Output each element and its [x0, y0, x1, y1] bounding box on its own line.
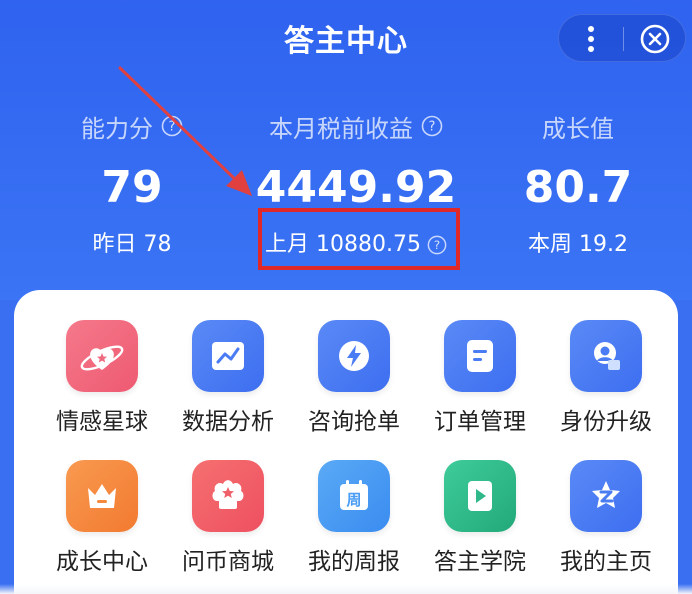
- grid-item-growth-center[interactable]: 成长中心: [38, 460, 166, 578]
- grid-item-label: 情感星球: [56, 409, 148, 435]
- more-button[interactable]: [559, 15, 623, 63]
- icon-tile: 周: [318, 460, 390, 532]
- growth-value: 80.7: [523, 162, 633, 213]
- help-icon[interactable]: ?: [421, 115, 443, 137]
- grid-item-label: 数据分析: [182, 409, 274, 435]
- grid-item-order-management[interactable]: 订单管理: [416, 320, 544, 438]
- chart-icon: [212, 342, 244, 370]
- highlight-box: [258, 208, 460, 270]
- grid-item-label: 问币商城: [182, 549, 274, 575]
- mini-program-capsule: [558, 14, 686, 62]
- icon-tile: [570, 320, 642, 392]
- monthly-income-label: 本月税前收益: [269, 114, 413, 143]
- close-button[interactable]: [623, 15, 687, 63]
- grid-item-label: 身份升级: [560, 409, 652, 435]
- icon-tile: [192, 320, 264, 392]
- planet-heart-icon: [80, 345, 124, 371]
- shop-star-icon: [212, 480, 244, 509]
- ability-score-value: 79: [101, 162, 163, 213]
- close-circle-icon: [640, 24, 670, 54]
- ability-score-stat[interactable]: 能力分 ? 79 昨日 78: [42, 108, 222, 260]
- grid-item-answerer-academy[interactable]: 答主学院: [416, 460, 544, 578]
- grid-item-emotion-planet[interactable]: 情感星球: [38, 320, 166, 438]
- calendar-icon-text: 周: [346, 491, 361, 509]
- grid-item-label: 我的主页: [560, 549, 652, 575]
- growth-value-stat[interactable]: 成长值 80.7 本周 19.2: [488, 108, 668, 260]
- growth-this-week: 本周 19.2: [528, 232, 628, 257]
- grid-item-label: 答主学院: [434, 549, 526, 575]
- icon-tile: [444, 460, 516, 532]
- grid-item-label: 咨询抢单: [308, 409, 400, 435]
- grid-item-coin-mall[interactable]: 问币商城: [164, 460, 292, 578]
- icon-tile: [66, 320, 138, 392]
- stat-label-row: 成长值: [488, 108, 668, 144]
- ability-score-yesterday: 昨日 78: [92, 232, 172, 257]
- icon-tile: [66, 460, 138, 532]
- grid-item-my-homepage[interactable]: 我的主页: [542, 460, 670, 578]
- grid-item-my-weekly[interactable]: 周 我的周报: [290, 460, 418, 578]
- play-icon: [468, 481, 492, 511]
- function-grid-card: 情感星球 数据分析 咨询抢单 订单管理 身份升级 成长中心 问币商城 周 我的周…: [14, 290, 678, 594]
- grid-item-label: 我的周报: [308, 549, 400, 575]
- calendar-icon: 周: [340, 480, 368, 510]
- more-vertical-icon: [588, 26, 594, 52]
- icon-tile: [444, 320, 516, 392]
- document-icon: [467, 340, 493, 372]
- stat-label-row: 本月税前收益 ?: [236, 108, 476, 144]
- home-z-icon: [592, 481, 620, 508]
- grid-item-label: 订单管理: [434, 409, 526, 435]
- user-badge-icon: [594, 342, 620, 370]
- grid-item-consult-order[interactable]: 咨询抢单: [290, 320, 418, 438]
- svg-text:?: ?: [169, 120, 176, 135]
- growth-value-label: 成长值: [542, 114, 614, 143]
- help-icon[interactable]: ?: [161, 115, 183, 137]
- svg-text:?: ?: [429, 120, 436, 135]
- grid-item-data-analysis[interactable]: 数据分析: [164, 320, 292, 438]
- stat-label-row: 能力分 ?: [42, 108, 222, 144]
- grid-item-label: 成长中心: [56, 549, 148, 575]
- bottom-fade: [0, 584, 692, 594]
- lightning-icon: [339, 341, 369, 371]
- icon-tile: [192, 460, 264, 532]
- ability-score-label: 能力分: [81, 114, 153, 143]
- icon-tile: [318, 320, 390, 392]
- crown-icon: [88, 484, 116, 508]
- icon-tile: [570, 460, 642, 532]
- grid-item-identity-upgrade[interactable]: 身份升级: [542, 320, 670, 438]
